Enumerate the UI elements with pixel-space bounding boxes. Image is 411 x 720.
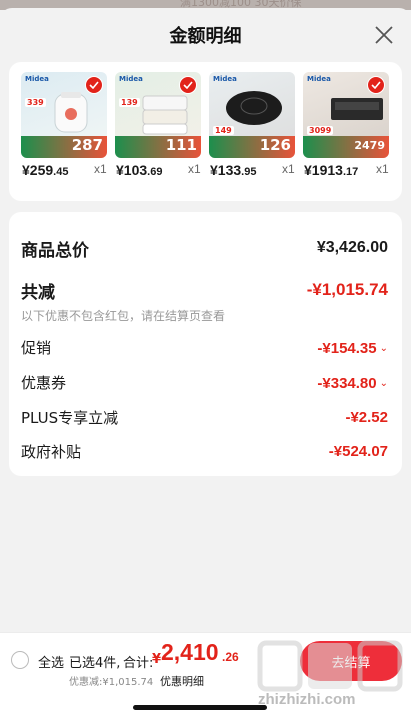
- brand-logo: Midea: [25, 75, 49, 83]
- products-card: Midea 339 287 ¥259.45 x1 Midea 139 111 ¥…: [9, 62, 402, 201]
- total-reduce-row: 共减 -¥1,015.74: [21, 278, 388, 303]
- price-integer: ¥103: [116, 162, 148, 178]
- promo-row[interactable]: 促销 -¥154.35 ⌄: [21, 335, 388, 359]
- thumb-tag: 339: [25, 98, 46, 107]
- discount-amount: 优惠减:¥1,015.74: [69, 677, 154, 688]
- total-reduce-value: -¥1,015.74: [306, 280, 388, 299]
- checkout-bar: 全选 已选4件, 合计: ¥ 2,410 .26 优惠减:¥1,015.74 优…: [0, 632, 411, 720]
- price-decimal: .95: [241, 166, 257, 178]
- selected-check: [367, 76, 385, 94]
- total-price-row: 商品总价 ¥3,426.00: [21, 236, 388, 261]
- select-all-radio[interactable]: [11, 651, 29, 669]
- thumb-price: 111: [165, 136, 197, 154]
- checkout-button[interactable]: 去结算: [300, 641, 402, 681]
- close-button[interactable]: [373, 24, 395, 46]
- coupon-row[interactable]: 优惠券 -¥334.80 ⌄: [21, 370, 388, 394]
- total-amount-decimal: .26: [222, 650, 239, 664]
- promo-value: -¥154.35: [317, 339, 377, 357]
- appliance-image: [54, 92, 88, 133]
- coupon-value: -¥334.80: [317, 374, 377, 392]
- total-reduce-label: 共减: [21, 282, 55, 303]
- discount-detail-link[interactable]: 优惠明细: [160, 673, 204, 689]
- total-price-value: ¥3,426.00: [316, 239, 388, 256]
- thumb-tag: 149: [213, 126, 234, 135]
- thumb-price: 287: [71, 136, 103, 154]
- price-integer: ¥1913: [304, 162, 343, 178]
- product-qty: x1: [94, 162, 107, 176]
- gov-subsidy-label: 政府补贴: [21, 442, 82, 461]
- plus-label: PLUS专享立减: [21, 408, 119, 427]
- amount-summary-card: 商品总价 ¥3,426.00 共减 -¥1,015.74 以下优惠不包含红包，请…: [9, 212, 402, 476]
- thumb-price: 2479: [354, 139, 385, 152]
- coupon-label: 优惠券: [21, 373, 67, 392]
- amount-detail-sheet: 金额明细 Midea 339 287 ¥259.45 x1 Midea 139 …: [0, 8, 411, 632]
- selected-check: [85, 76, 103, 94]
- selected-count: 已选4件,: [69, 656, 121, 671]
- brand-logo: Midea: [119, 75, 143, 83]
- brand-logo: Midea: [307, 75, 331, 83]
- product-thumbnail: Midea 139 111: [115, 72, 201, 158]
- total-amount-integer: 2,410: [161, 639, 219, 665]
- checkmark-icon: [89, 81, 99, 89]
- chevron-down-icon: ⌄: [379, 377, 388, 389]
- thumb-tag: 139: [119, 98, 140, 107]
- discount-note: 以下优惠不包含红包，请在结算页查看: [21, 309, 226, 323]
- sheet-title: 金额明细: [169, 26, 242, 47]
- price-decimal: .69: [147, 166, 163, 178]
- product-qty: x1: [188, 162, 201, 176]
- product-thumbnail: Midea 339 287: [21, 72, 107, 158]
- watermark-url: zhizhizhi.com: [258, 691, 356, 708]
- plus-value: -¥2.52: [345, 408, 388, 426]
- sheet-header: 金额明细: [0, 8, 411, 60]
- thumb-price: 126: [259, 136, 291, 154]
- close-icon: [375, 26, 393, 44]
- gov-subsidy-row: 政府补贴 -¥524.07: [21, 439, 388, 463]
- product-qty: x1: [282, 162, 295, 176]
- product-qty: x1: [376, 162, 389, 176]
- appliance-image: [142, 95, 188, 135]
- total-currency: ¥: [152, 652, 162, 667]
- checkmark-icon: [371, 81, 381, 89]
- product-thumbnail: Midea 3099 2479: [303, 72, 389, 158]
- total-price-label: 商品总价: [21, 240, 89, 261]
- selected-check: [179, 76, 197, 94]
- chevron-down-icon: ⌄: [379, 342, 388, 354]
- gov-subsidy-value: -¥524.07: [328, 442, 388, 460]
- select-all-label[interactable]: 全选: [38, 652, 64, 671]
- product-thumbnail: Midea 149 126: [209, 72, 295, 158]
- brand-logo: Midea: [213, 75, 237, 83]
- thumb-tag: 3099: [307, 126, 334, 135]
- product-price: ¥1913.17: [304, 160, 411, 180]
- home-indicator: [133, 705, 267, 710]
- plus-row: PLUS专享立减 -¥2.52: [21, 405, 388, 429]
- price-decimal: .17: [342, 166, 359, 178]
- price-decimal: .45: [53, 166, 69, 178]
- price-integer: ¥133: [210, 162, 242, 178]
- total-label: 合计:: [123, 656, 154, 671]
- checkmark-icon: [183, 81, 193, 89]
- appliance-image: [331, 98, 383, 120]
- appliance-image: [226, 91, 282, 125]
- promo-label: 促销: [21, 338, 52, 357]
- price-integer: ¥259: [22, 162, 54, 178]
